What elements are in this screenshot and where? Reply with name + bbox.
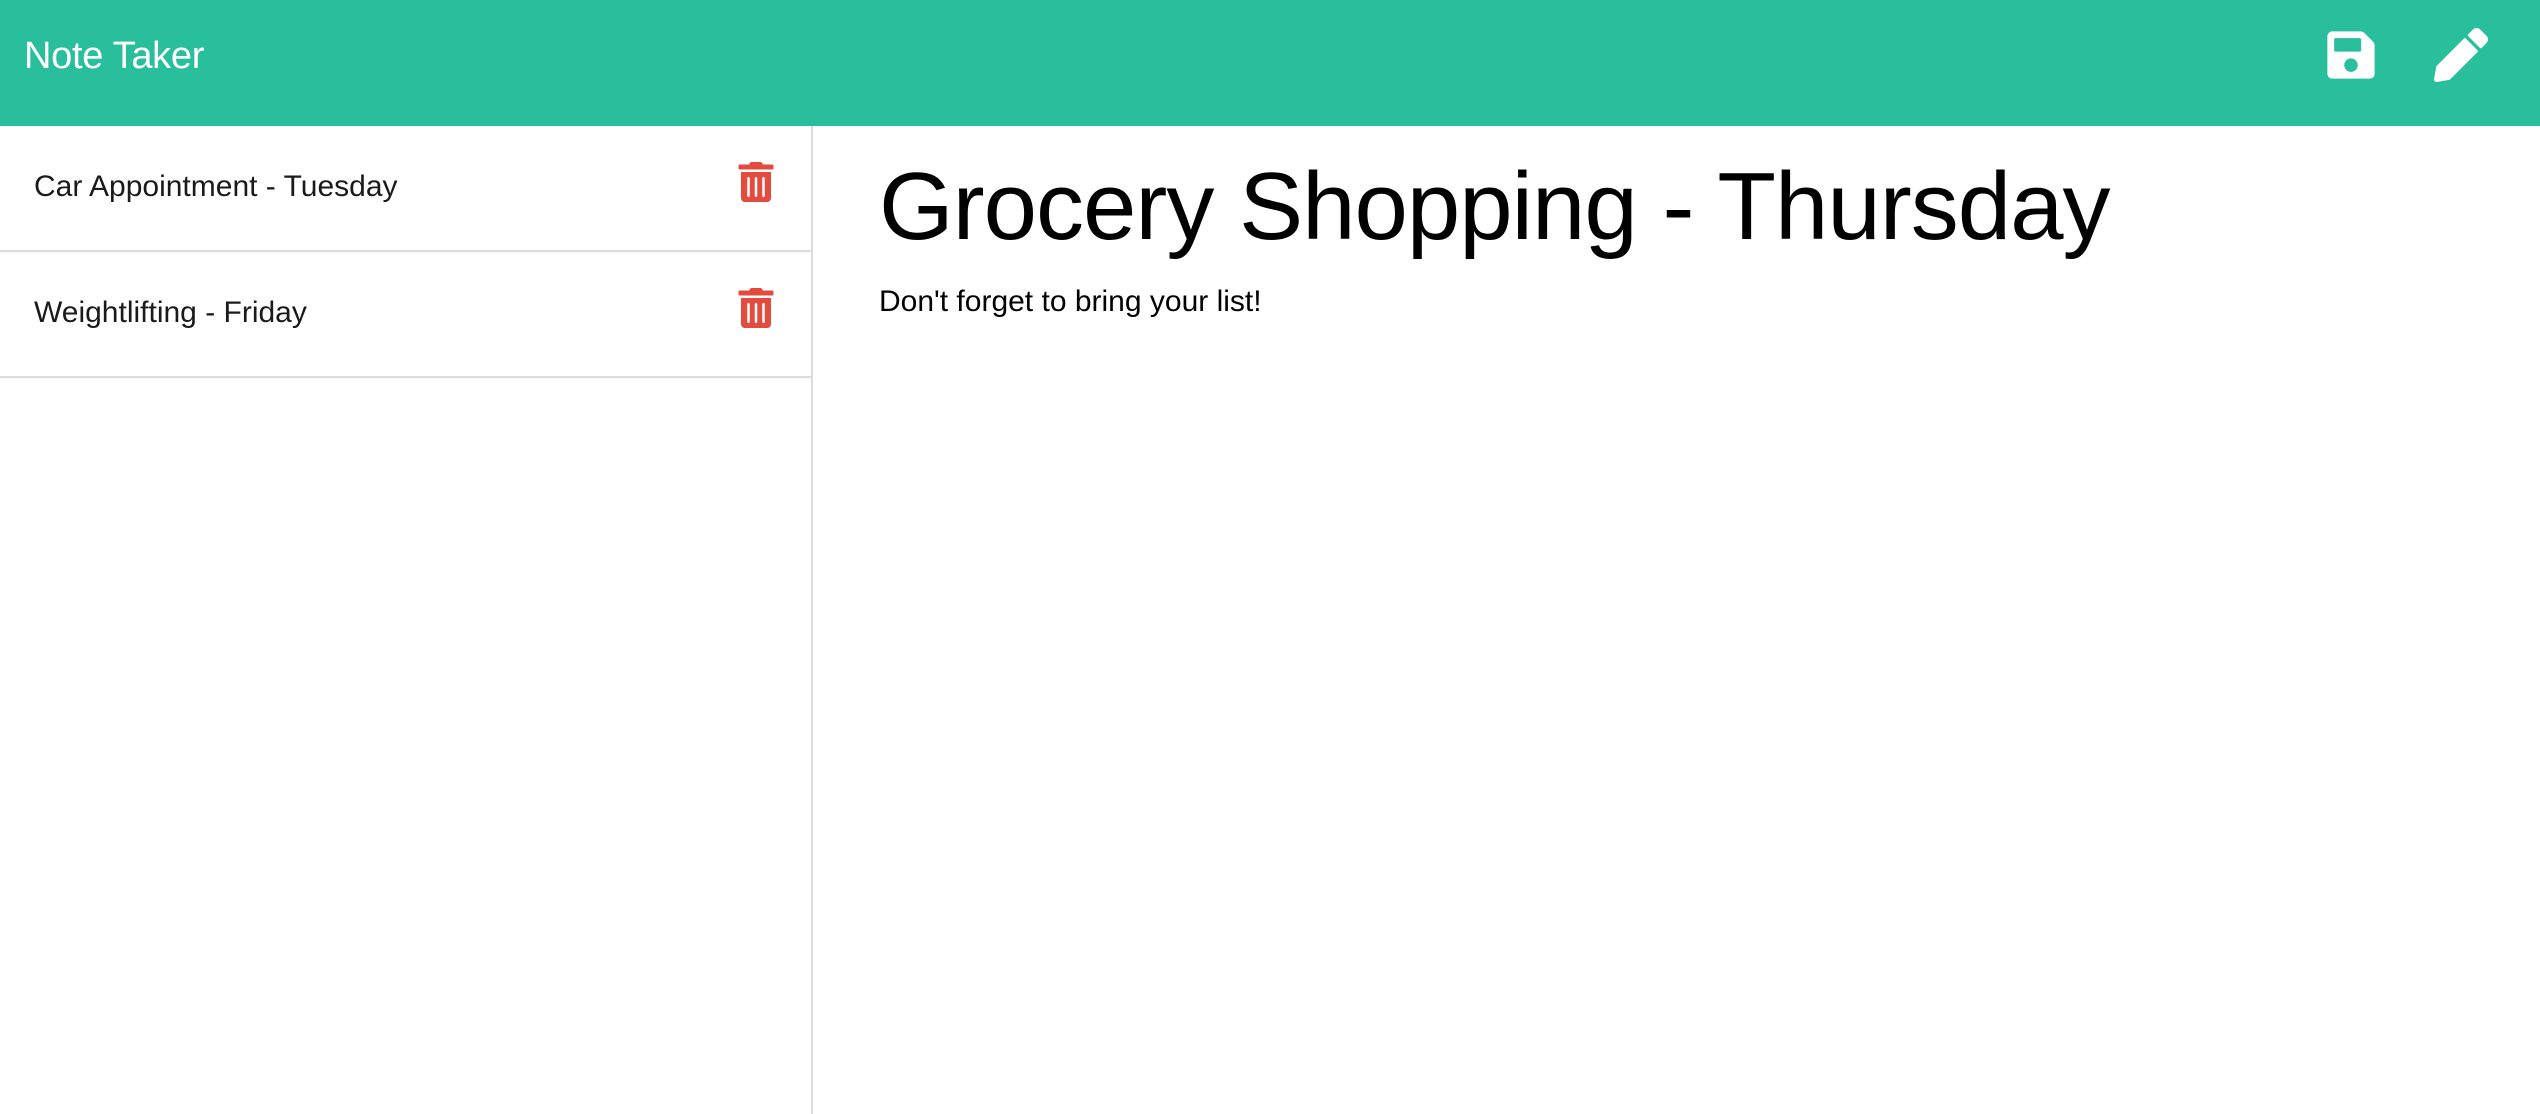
app-brand[interactable]: Note Taker bbox=[24, 34, 204, 78]
note-editor: Grocery Shopping - Thursday Don't forget… bbox=[815, 126, 2540, 1114]
list-item[interactable]: Car Appointment - Tuesday bbox=[0, 126, 811, 252]
save-note-button[interactable] bbox=[2324, 28, 2378, 82]
list-item[interactable]: Weightlifting - Friday bbox=[0, 252, 811, 378]
notes-sidebar: Car Appointment - Tuesday Weightlifting … bbox=[0, 126, 813, 1114]
note-text-area[interactable]: Don't forget to bring your list! bbox=[879, 284, 1262, 320]
delete-note-button[interactable] bbox=[738, 288, 774, 328]
note-list-title: Weightlifting - Friday bbox=[34, 296, 307, 329]
pencil-icon bbox=[2434, 28, 2488, 82]
navbar: Note Taker bbox=[0, 0, 2540, 126]
note-list: Car Appointment - Tuesday Weightlifting … bbox=[0, 126, 811, 378]
new-note-button[interactable] bbox=[2434, 28, 2488, 82]
delete-note-button[interactable] bbox=[738, 162, 774, 202]
save-icon bbox=[2327, 31, 2375, 79]
note-title-input[interactable]: Grocery Shopping - Thursday bbox=[879, 152, 2111, 262]
trash-icon bbox=[738, 288, 774, 328]
trash-icon bbox=[738, 162, 774, 202]
note-list-title: Car Appointment - Tuesday bbox=[34, 170, 398, 203]
